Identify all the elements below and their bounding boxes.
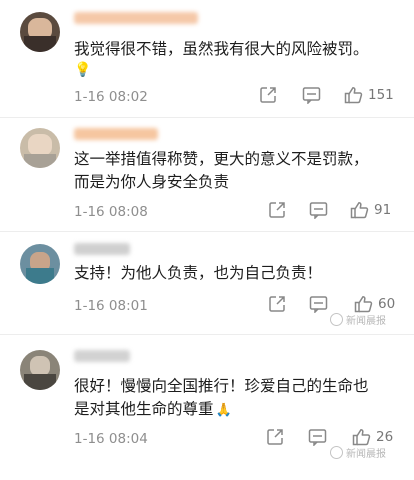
like-count: 26 — [376, 429, 394, 445]
like-button[interactable]: 60 — [354, 295, 395, 313]
username[interactable] — [74, 350, 130, 362]
share-button[interactable] — [259, 86, 277, 104]
comment-text: 很好！慢慢向全国推行！珍爱自己的生命也 是对其他生命的尊重 🙏 — [74, 377, 369, 418]
comment-icon — [309, 202, 328, 219]
comment-icon — [309, 296, 328, 313]
thumbs-up-icon — [344, 86, 363, 104]
timestamp: 1-16 08:08 — [74, 204, 148, 220]
comment-icon — [302, 87, 321, 104]
avatar[interactable] — [20, 244, 60, 284]
comment-text: 支持！为他人负责，也为自己负责！ — [74, 264, 323, 282]
username[interactable] — [74, 12, 198, 24]
timestamp: 1-16 08:01 — [74, 298, 148, 314]
like-count: 60 — [378, 296, 396, 312]
comment-item: 我觉得很不错，虽然我有很大的风险被罚。 💡 1-16 08:02 151 — [0, 0, 414, 118]
thumbs-up-icon — [352, 428, 371, 446]
thumbs-up-icon — [350, 201, 369, 219]
lightbulb-emoji: 💡 — [74, 62, 92, 78]
praying-hands-emoji: 🙏 — [215, 403, 232, 418]
reply-button[interactable] — [302, 86, 321, 104]
comment-icon — [308, 429, 327, 446]
username[interactable] — [74, 128, 158, 140]
avatar[interactable] — [20, 128, 60, 168]
like-count: 151 — [368, 87, 394, 103]
avatar[interactable] — [20, 350, 60, 390]
like-count: 91 — [374, 202, 392, 218]
username[interactable] — [74, 243, 130, 255]
reply-button[interactable] — [309, 295, 328, 313]
share-icon — [260, 87, 276, 103]
share-icon — [269, 202, 285, 218]
watermark: 新闻晨报 — [330, 312, 386, 327]
timestamp: 1-16 08:02 — [74, 89, 148, 105]
comment-item: 这一举措值得称赞，更大的意义不是罚款， 而是为你人身安全负责 1-16 08:0… — [0, 118, 414, 232]
share-icon — [267, 429, 283, 445]
like-button[interactable]: 151 — [344, 86, 394, 104]
watermark-logo-icon — [330, 313, 343, 326]
watermark: 新闻晨报 — [330, 445, 386, 460]
timestamp: 1-16 08:04 — [74, 431, 148, 447]
comment-text: 这一举措值得称赞，更大的意义不是罚款， 而是为你人身安全负责 — [74, 150, 369, 191]
share-button[interactable] — [266, 428, 284, 446]
like-button[interactable]: 91 — [350, 201, 391, 219]
comment-item: 支持！为他人负责，也为自己负责！ 1-16 08:01 60 新闻晨报 — [0, 232, 414, 335]
like-button[interactable]: 26 — [352, 428, 393, 446]
reply-button[interactable] — [309, 201, 328, 219]
share-button[interactable] — [268, 201, 286, 219]
thumbs-up-icon — [354, 295, 373, 313]
comment-text: 我觉得很不错，虽然我有很大的风险被罚。 — [74, 40, 369, 58]
share-icon — [269, 296, 285, 312]
reply-button[interactable] — [308, 428, 327, 446]
watermark-logo-icon — [330, 446, 343, 459]
share-button[interactable] — [268, 295, 286, 313]
comment-item: 很好！慢慢向全国推行！珍爱自己的生命也 是对其他生命的尊重 🙏 1-16 08:0… — [0, 335, 414, 480]
avatar[interactable] — [20, 12, 60, 52]
